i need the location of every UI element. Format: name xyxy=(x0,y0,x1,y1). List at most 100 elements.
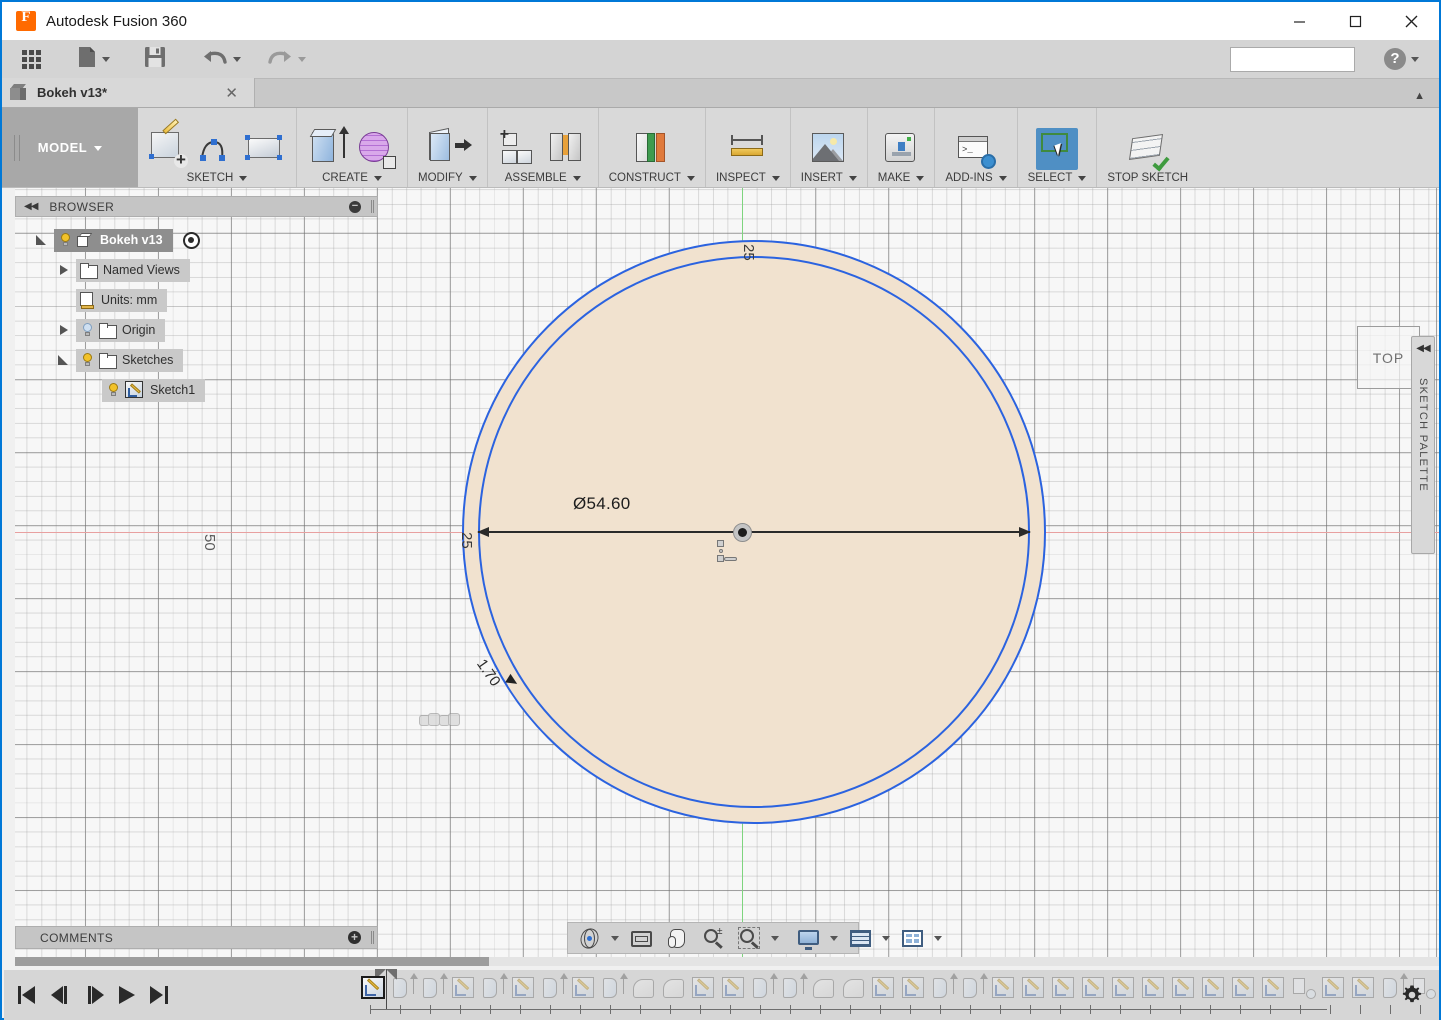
chevron-down-icon[interactable] xyxy=(999,176,1007,181)
grid-snaps-button[interactable] xyxy=(845,925,876,952)
coincident-constraint-glyphs[interactable] xyxy=(419,711,463,733)
document-tab[interactable]: Bokeh v13* ✕ xyxy=(2,78,255,107)
extrude-feature[interactable] xyxy=(930,974,958,1002)
sketch-feature[interactable] xyxy=(1320,974,1348,1002)
step-back-button[interactable] xyxy=(51,986,71,1004)
extrude-feature[interactable] xyxy=(420,974,448,1002)
tree-item-sketch1[interactable]: Sketch1 xyxy=(16,378,378,402)
new-component-icon[interactable]: + xyxy=(498,128,540,170)
chevron-down-icon[interactable] xyxy=(916,176,924,181)
undo-button[interactable] xyxy=(196,43,247,75)
mesh-icon[interactable] xyxy=(355,128,397,170)
maximize-button[interactable] xyxy=(1327,2,1383,40)
comments-resize-grip[interactable] xyxy=(371,931,374,944)
play-button[interactable] xyxy=(117,986,137,1004)
chevron-down-icon[interactable] xyxy=(830,936,838,941)
fillet-feature[interactable] xyxy=(660,974,688,1002)
sketch-palette-tab[interactable]: ◀◀ SKETCH PALETTE xyxy=(1411,336,1435,554)
joint-icon[interactable] xyxy=(546,128,588,170)
expand-arrow-icon[interactable] xyxy=(56,262,72,278)
sketch-feature[interactable] xyxy=(360,974,388,1002)
measure-icon[interactable] xyxy=(727,128,769,170)
scripts-addins-icon[interactable]: >_ xyxy=(955,128,997,170)
redo-button[interactable] xyxy=(261,43,312,75)
diameter-dimension-label[interactable]: Ø54.60 xyxy=(573,494,631,514)
scrollbar-thumb[interactable] xyxy=(15,957,489,966)
tree-item-sketches[interactable]: Sketches xyxy=(16,348,378,372)
chevron-down-icon[interactable] xyxy=(611,936,619,941)
fillet-feature[interactable] xyxy=(810,974,838,1002)
activate-component-radio[interactable] xyxy=(183,232,200,249)
tree-item-bokeh-v13[interactable]: Bokeh v13 xyxy=(16,228,378,252)
zoom-window-button[interactable] xyxy=(734,925,765,952)
select-window-icon[interactable] xyxy=(1036,128,1078,170)
spline-icon[interactable] xyxy=(196,128,238,170)
extrude-feature[interactable] xyxy=(600,974,628,1002)
sketch-feature[interactable] xyxy=(1200,974,1228,1002)
constraint-glyph[interactable] xyxy=(717,540,739,566)
go-to-end-button[interactable] xyxy=(150,986,170,1004)
new-document-button[interactable] xyxy=(71,43,116,75)
rectangle-icon[interactable] xyxy=(244,128,286,170)
chevron-down-icon[interactable] xyxy=(374,176,382,181)
minimize-button[interactable] xyxy=(1271,2,1327,40)
extrude-feature[interactable] xyxy=(390,974,418,1002)
tree-item-units[interactable]: Units: mm xyxy=(16,288,378,312)
go-to-beginning-button[interactable] xyxy=(18,986,38,1004)
chevron-down-icon[interactable] xyxy=(687,176,695,181)
press-pull-icon[interactable] xyxy=(426,128,468,170)
help-button[interactable]: ? xyxy=(1384,48,1419,70)
stop-sketch-icon[interactable] xyxy=(1127,128,1169,170)
sketch-feature[interactable] xyxy=(1170,974,1198,1002)
chevron-down-icon[interactable] xyxy=(772,176,780,181)
sketch-palette-collapse-icon[interactable]: ◀◀ xyxy=(1416,343,1429,354)
sketch-feature[interactable] xyxy=(1110,974,1138,1002)
browser-resize-grip[interactable] xyxy=(371,200,374,213)
save-button[interactable] xyxy=(138,43,172,75)
diameter-dimension-line[interactable] xyxy=(478,531,1030,533)
viewports-button[interactable] xyxy=(897,925,928,952)
close-tab-icon[interactable]: ✕ xyxy=(225,84,238,102)
insert-image-icon[interactable] xyxy=(808,128,850,170)
chevron-down-icon[interactable] xyxy=(573,176,581,181)
pan-button[interactable] xyxy=(662,925,693,952)
add-comment-icon[interactable]: + xyxy=(348,931,361,944)
sketch-feature[interactable] xyxy=(990,974,1018,1002)
extrude-feature[interactable] xyxy=(540,974,568,1002)
chevron-down-icon[interactable] xyxy=(771,936,779,941)
zoom-button[interactable]: ± xyxy=(698,925,729,952)
visibility-bulb-icon[interactable] xyxy=(58,232,73,249)
look-at-button[interactable] xyxy=(626,925,657,952)
timeline-track[interactable] xyxy=(180,971,1439,1019)
orbit-button[interactable] xyxy=(574,925,605,952)
app-grid-button[interactable] xyxy=(16,43,47,75)
chevron-down-icon[interactable] xyxy=(934,936,942,941)
expand-arrow-icon[interactable] xyxy=(56,352,72,368)
extrude-feature[interactable] xyxy=(480,974,508,1002)
offset-plane-icon[interactable] xyxy=(631,128,673,170)
workspace-switcher[interactable]: MODEL xyxy=(2,108,138,187)
expand-arrow-icon[interactable] xyxy=(34,232,50,248)
sketch-feature[interactable] xyxy=(1080,974,1108,1002)
tree-item-named-views[interactable]: Named Views xyxy=(16,258,378,282)
create-sketch-icon[interactable]: + xyxy=(148,128,190,170)
sketch-feature[interactable] xyxy=(720,974,748,1002)
sketch-feature[interactable] xyxy=(690,974,718,1002)
chevron-down-icon[interactable] xyxy=(882,936,890,941)
tree-item-origin[interactable]: Origin xyxy=(16,318,378,342)
horizontal-scrollbar[interactable] xyxy=(15,957,1439,966)
extrude-feature[interactable] xyxy=(960,974,988,1002)
extrude-feature[interactable] xyxy=(750,974,778,1002)
visibility-bulb-icon[interactable] xyxy=(80,322,95,339)
expand-arrow-icon[interactable] xyxy=(56,322,72,338)
close-button[interactable] xyxy=(1383,2,1439,40)
timeline-settings-button[interactable] xyxy=(1401,984,1423,1006)
chevron-down-icon[interactable] xyxy=(849,176,857,181)
comments-bar[interactable]: COMMENTS + xyxy=(15,926,378,949)
sketch-feature[interactable] xyxy=(1140,974,1168,1002)
sketch-feature[interactable] xyxy=(1020,974,1048,1002)
extrude-icon[interactable] xyxy=(307,128,349,170)
browser-collapse-icon[interactable]: ◀◀ xyxy=(24,201,37,212)
sketch-feature[interactable] xyxy=(1350,974,1378,1002)
fillet-feature[interactable] xyxy=(840,974,868,1002)
